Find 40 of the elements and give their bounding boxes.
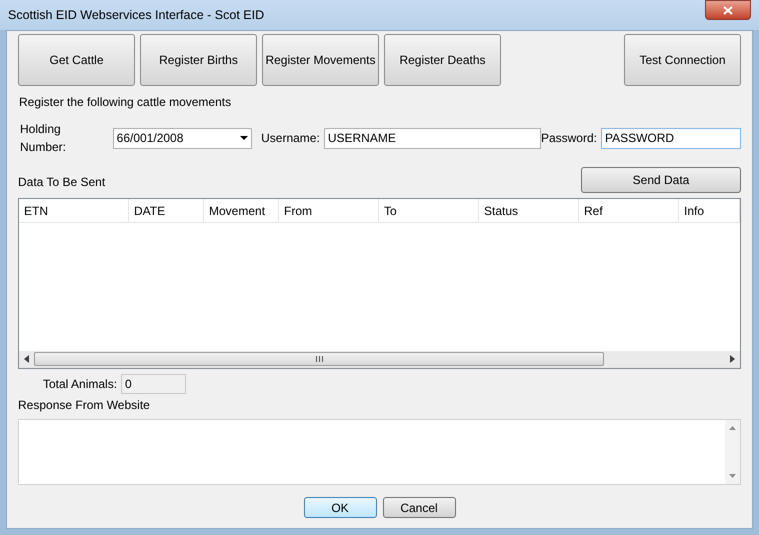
field-label: Total Animals: bbox=[43, 376, 118, 393]
column-header[interactable]: ETN bbox=[19, 199, 129, 222]
password-field[interactable]: PASSWORD bbox=[600, 128, 741, 148]
toolbar-button[interactable]: Get Cattle bbox=[18, 34, 135, 86]
username-field[interactable]: USERNAME bbox=[324, 128, 541, 148]
scroll-left-icon bbox=[24, 355, 29, 364]
section-heading: Register the following cattle movements bbox=[19, 94, 232, 111]
grip-icon bbox=[316, 356, 322, 362]
scrollbar-thumb[interactable] bbox=[34, 352, 604, 366]
field-label: Holding Number: bbox=[20, 121, 68, 156]
toolbar-button[interactable]: Test Connection bbox=[624, 34, 741, 86]
dialog-button[interactable]: OK bbox=[304, 497, 376, 518]
column-header[interactable]: Info bbox=[679, 199, 740, 222]
column-header[interactable]: To bbox=[379, 199, 479, 222]
field-label: Username: bbox=[261, 130, 320, 147]
toolbar-button[interactable]: Register Births bbox=[140, 34, 257, 86]
holding-dropdown[interactable]: 66/001/2008 bbox=[112, 128, 252, 148]
toolbar-button[interactable]: Register Movements bbox=[262, 34, 379, 86]
window-title: Scottish EID Webservices Interface - Scot EID bbox=[8, 6, 264, 24]
column-header[interactable]: From bbox=[279, 199, 379, 222]
field-label: Password: bbox=[540, 130, 597, 147]
column-header[interactable]: Status bbox=[479, 199, 579, 222]
vertical-scrollbar[interactable] bbox=[725, 420, 740, 484]
scroll-down-icon bbox=[729, 474, 736, 478]
close-icon bbox=[723, 6, 733, 14]
section-label: Data To Be Sent bbox=[18, 174, 106, 191]
send-data-button[interactable]: Send Data bbox=[581, 167, 741, 193]
response-text-area[interactable] bbox=[18, 418, 741, 485]
column-header[interactable]: DATE bbox=[129, 199, 204, 222]
close-button[interactable] bbox=[705, 0, 751, 20]
dialog-button[interactable]: Cancel bbox=[382, 497, 456, 518]
scroll-right-icon bbox=[730, 355, 735, 364]
scroll-up-icon bbox=[729, 426, 736, 430]
total-animals-field: 0 bbox=[121, 374, 186, 394]
dropdown-arrow-icon bbox=[240, 136, 248, 140]
section-label: Response From Website bbox=[18, 396, 151, 414]
horizontal-scrollbar[interactable] bbox=[19, 350, 740, 368]
column-header[interactable]: Movement bbox=[204, 199, 279, 222]
toolbar-button[interactable]: Register Deaths bbox=[384, 34, 501, 86]
column-header[interactable]: Ref bbox=[579, 199, 679, 222]
